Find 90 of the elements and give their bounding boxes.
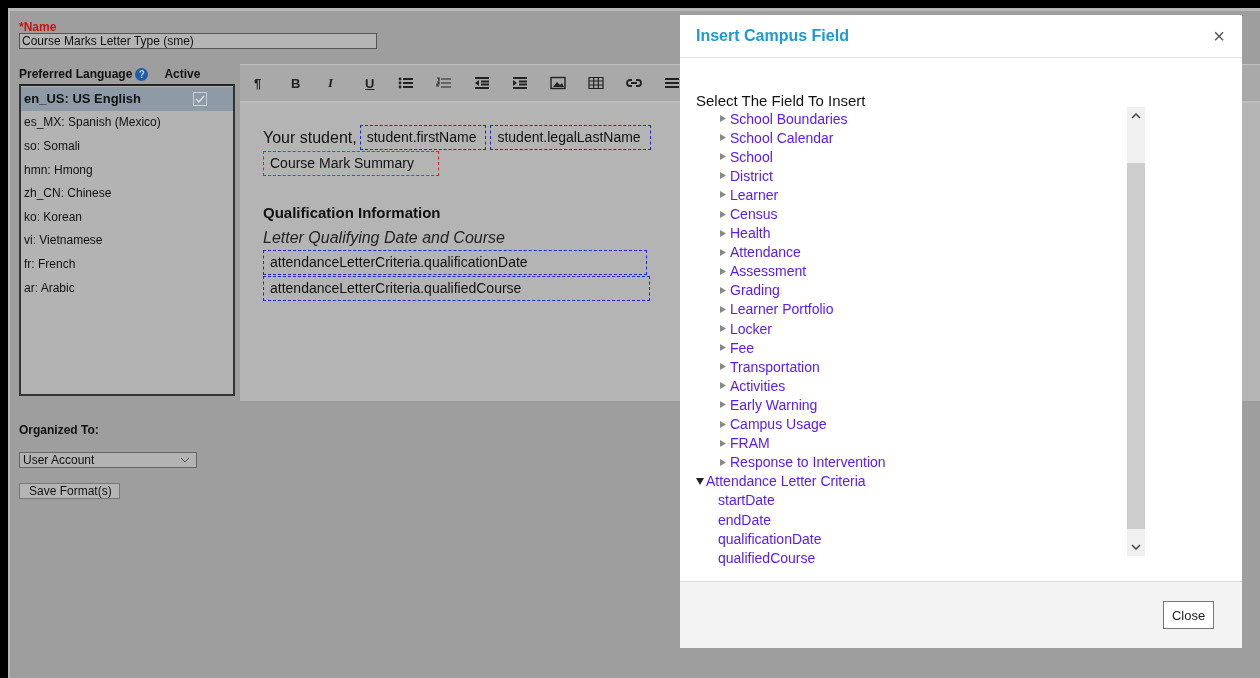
field-label: Organized To: bbox=[19, 423, 99, 437]
scrollbar[interactable] bbox=[1127, 107, 1145, 556]
format-button[interactable]: ¶ bbox=[250, 71, 287, 95]
merge-field[interactable]: student.firstName bbox=[359, 125, 487, 150]
collapsed-triangle-icon[interactable] bbox=[720, 267, 726, 275]
collapsed-triangle-icon[interactable] bbox=[720, 420, 726, 428]
column-header: Preferred Language bbox=[19, 67, 133, 81]
format-button[interactable]: I bbox=[324, 71, 361, 95]
organized-to-dropdown[interactable]: User Account bbox=[19, 452, 197, 468]
language-item[interactable]: zh_CN: Chinese bbox=[21, 181, 233, 205]
expanded-triangle-icon[interactable] bbox=[696, 477, 704, 485]
merge-field[interactable]: student.legalLastName bbox=[490, 125, 651, 150]
save-button[interactable]: Save Format(s) bbox=[19, 483, 120, 499]
tree-item[interactable]: School Calendar bbox=[730, 129, 834, 146]
tree-item[interactable]: Response to Intervention bbox=[730, 454, 886, 471]
editor-text: Letter Qualifying Date and Course bbox=[263, 229, 505, 247]
active-checkbox[interactable] bbox=[193, 91, 207, 106]
close-button[interactable]: Close bbox=[1163, 601, 1214, 629]
merge-field[interactable]: attendanceLetterCriteria.qualifiedCourse bbox=[263, 276, 651, 301]
name-field[interactable]: Course Marks Letter Type (sme) bbox=[19, 33, 377, 49]
collapsed-triangle-icon[interactable] bbox=[720, 229, 726, 237]
tree-item[interactable]: Attendance Letter Criteria bbox=[706, 473, 866, 490]
language-item[interactable]: so: Somali bbox=[21, 134, 233, 158]
tree-item[interactable]: startDate bbox=[718, 492, 775, 509]
tree-item[interactable]: Transportation bbox=[730, 358, 820, 375]
dialog-prompt: Select The Field To Insert bbox=[696, 93, 867, 109]
collapsed-triangle-icon[interactable] bbox=[720, 382, 726, 390]
collapsed-triangle-icon[interactable] bbox=[720, 153, 726, 161]
editor-heading: Qualification Information bbox=[263, 204, 441, 221]
tree-item[interactable]: Activities bbox=[730, 377, 786, 394]
collapsed-triangle-icon[interactable] bbox=[720, 306, 726, 313]
collapsed-triangle-icon[interactable] bbox=[720, 115, 726, 123]
collapsed-triangle-icon[interactable] bbox=[720, 286, 726, 294]
language-item[interactable]: ar: Arabic bbox=[21, 275, 233, 300]
tree-item[interactable]: Fee bbox=[730, 339, 755, 356]
tree-item[interactable]: Assessment bbox=[730, 263, 807, 280]
editor-text: Your student, bbox=[263, 128, 357, 147]
chevron-down-icon[interactable] bbox=[1131, 544, 1141, 550]
field-label: *Name bbox=[19, 21, 58, 33]
collapsed-triangle-icon[interactable] bbox=[720, 134, 726, 142]
indent-icon[interactable] bbox=[512, 76, 528, 90]
help-icon[interactable]: ? bbox=[135, 67, 149, 81]
tree-item[interactable]: endDate bbox=[718, 511, 771, 528]
tree-item[interactable]: FRAM bbox=[730, 435, 770, 452]
language-item[interactable]: ko: Korean bbox=[21, 204, 233, 229]
image-icon[interactable] bbox=[550, 76, 566, 90]
dialog-title: Insert Campus Field bbox=[696, 27, 849, 45]
tree-item[interactable]: Attendance bbox=[730, 244, 801, 261]
tree-item[interactable]: Health bbox=[730, 225, 771, 242]
tree-item[interactable]: Campus Usage bbox=[730, 416, 827, 433]
collapsed-triangle-icon[interactable] bbox=[720, 210, 726, 218]
tree-item[interactable]: District bbox=[730, 167, 773, 184]
tree-item[interactable]: Locker bbox=[730, 320, 773, 337]
language-item[interactable]: es_MX: Spanish (Mexico) bbox=[21, 110, 233, 135]
format-button[interactable]: B bbox=[287, 71, 324, 95]
collapsed-triangle-icon[interactable] bbox=[720, 344, 726, 352]
tree-item[interactable]: Early Warning bbox=[730, 396, 818, 413]
tree-item[interactable]: Learner bbox=[730, 186, 779, 203]
chevron-up-icon[interactable] bbox=[1131, 113, 1141, 119]
tree-item[interactable]: qualificationDate bbox=[718, 530, 822, 547]
language-item[interactable]: hmn: Hmong bbox=[21, 157, 233, 182]
collapsed-triangle-icon[interactable] bbox=[720, 401, 726, 409]
tree-item[interactable]: School Boundaries bbox=[730, 110, 848, 127]
bulleted-list-icon[interactable] bbox=[398, 76, 414, 90]
collapsed-triangle-icon[interactable] bbox=[720, 325, 726, 333]
scrollbar-thumb[interactable] bbox=[1127, 163, 1145, 529]
merge-field[interactable]: attendanceLetterCriteria.qualificationDate bbox=[263, 250, 647, 275]
table-icon[interactable] bbox=[588, 76, 604, 90]
format-button[interactable]: U bbox=[361, 71, 398, 95]
collapsed-triangle-icon[interactable] bbox=[720, 248, 726, 256]
align-icon[interactable] bbox=[664, 76, 680, 90]
tree-item[interactable]: Learner Portfolio bbox=[730, 301, 834, 318]
tree-item[interactable]: qualifiedCourse bbox=[718, 549, 816, 566]
outdent-icon[interactable] bbox=[474, 76, 490, 90]
collapsed-triangle-icon[interactable] bbox=[720, 458, 726, 466]
language-item[interactable]: vi: Vietnamese bbox=[21, 228, 233, 253]
numbered-list-icon[interactable] bbox=[436, 76, 452, 90]
language-item[interactable]: en_US: US English bbox=[21, 87, 233, 111]
chevron-down-icon bbox=[180, 457, 190, 463]
collapsed-triangle-icon[interactable] bbox=[720, 363, 726, 371]
link-icon[interactable] bbox=[626, 76, 642, 90]
collapsed-triangle-icon[interactable] bbox=[720, 191, 726, 199]
tree-item[interactable]: School bbox=[730, 148, 773, 165]
language-item[interactable]: fr: French bbox=[21, 252, 233, 276]
collapsed-triangle-icon[interactable] bbox=[720, 439, 726, 447]
tree-item[interactable]: Grading bbox=[730, 282, 780, 299]
merge-field[interactable]: Course Mark Summary bbox=[263, 151, 439, 176]
column-header: Active bbox=[164, 67, 201, 81]
collapsed-triangle-icon[interactable] bbox=[720, 172, 726, 180]
tree-item[interactable]: Census bbox=[730, 206, 778, 222]
